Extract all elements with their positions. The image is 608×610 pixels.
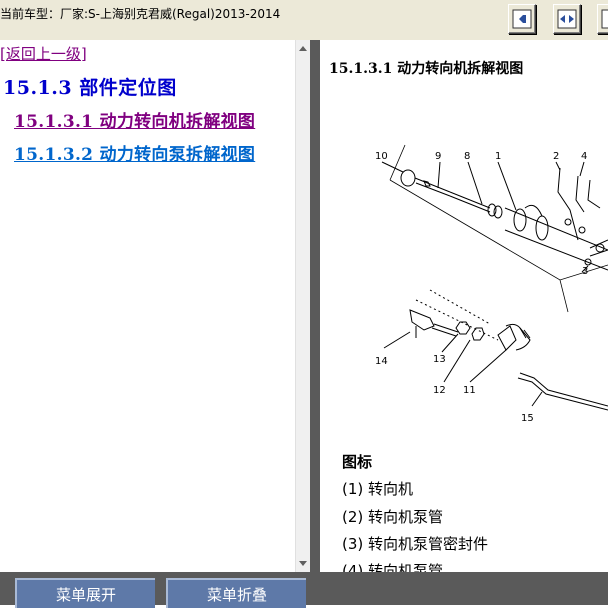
single-pane-icon xyxy=(512,9,532,29)
back-link[interactable]: [返回上一级] xyxy=(0,43,87,64)
bottom-bar: 菜单展开 菜单折叠 xyxy=(0,572,608,608)
top-bar: 当前车型：厂家:S-上海别克君威(Regal)2013-2014 xyxy=(0,0,608,40)
nav-link-steering-pump-exploded[interactable]: 15.1.3.2 动力转向泵拆解视图 xyxy=(14,140,255,165)
legend-item: (2) 转向机泵管 xyxy=(342,508,444,526)
diagram-label-13: 13 xyxy=(433,354,446,365)
nav-link-steering-gear-exploded[interactable]: 15.1.3.1 动力转向机拆解视图 xyxy=(14,107,255,132)
content-heading: 15.1.3.1 动力转向机拆解视图 xyxy=(329,61,524,77)
diagram-label-9: 9 xyxy=(435,151,441,162)
navigation-scrollbar[interactable] xyxy=(295,40,311,572)
vehicle-title: 当前车型：厂家:S-上海别克君威(Regal)2013-2014 xyxy=(0,7,281,21)
fullscreen-icon xyxy=(601,9,608,29)
collapse-menu-button[interactable]: 菜单折叠 xyxy=(166,578,306,608)
scroll-up-icon[interactable] xyxy=(299,46,307,51)
diagram-label-8: 8 xyxy=(464,151,470,162)
section-title: 15.1.3 部件定位图 xyxy=(3,77,177,99)
legend-item: (1) 转向机 xyxy=(342,480,414,498)
split-pane-icon xyxy=(557,9,577,29)
scroll-down-icon[interactable] xyxy=(299,561,307,566)
single-pane-button[interactable] xyxy=(508,4,536,34)
pane-splitter[interactable] xyxy=(310,40,320,572)
diagram-label-14: 14 xyxy=(375,356,388,367)
diagram-label-10: 10 xyxy=(375,151,388,162)
diagram-label-12: 12 xyxy=(433,385,446,396)
exploded-diagram: 10 9 8 1 2 4 3 14 13 12 11 15 xyxy=(375,144,608,424)
diagram-label-15: 15 xyxy=(521,413,534,424)
split-pane-button[interactable] xyxy=(553,4,581,34)
diagram-label-3: 3 xyxy=(582,266,588,277)
expand-menu-button[interactable]: 菜单展开 xyxy=(15,578,155,608)
fullscreen-button[interactable] xyxy=(597,4,608,34)
legend-item: (3) 转向机泵管密封件 xyxy=(342,535,489,553)
diagram-label-1: 1 xyxy=(495,151,501,162)
legend-title: 图标 xyxy=(342,453,373,471)
navigation-pane: [返回上一级] 15.1.3 部件定位图 15.1.3.1 动力转向机拆解视图 … xyxy=(0,40,295,572)
legend-item: (4) 转向机泵管 xyxy=(342,562,444,572)
content-pane: 15.1.3.1 动力转向机拆解视图 10 9 8 1 2 4 3 14 13 … xyxy=(320,40,608,572)
diagram-label-11: 11 xyxy=(463,385,476,396)
diagram-label-2: 2 xyxy=(553,151,559,162)
diagram-label-4: 4 xyxy=(581,151,587,162)
washer-part xyxy=(400,169,416,187)
